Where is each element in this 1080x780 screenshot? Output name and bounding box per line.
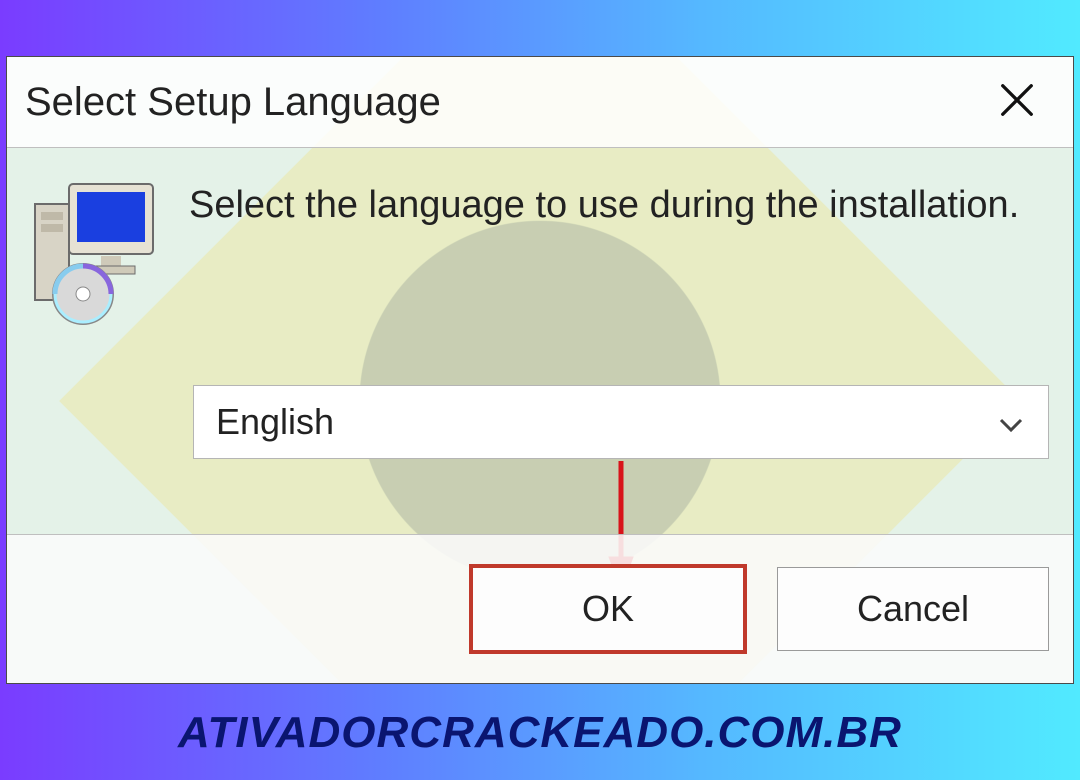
setup-language-dialog: Select Setup Language: [6, 56, 1074, 684]
language-select-value: English: [216, 401, 334, 443]
dialog-titlebar: Select Setup Language: [7, 57, 1073, 148]
dialog-footer: OK Cancel: [7, 534, 1073, 683]
language-select-row: English: [193, 385, 1049, 459]
close-button[interactable]: [987, 72, 1047, 132]
chevron-down-icon: [996, 407, 1026, 437]
cancel-button-label: Cancel: [857, 588, 969, 630]
language-select[interactable]: English: [193, 385, 1049, 459]
instruction-text: Select the language to use during the in…: [189, 176, 1019, 331]
watermark-caption: ATIVADORCRACKEADO.COM.BR: [0, 708, 1080, 758]
ok-button[interactable]: OK: [469, 564, 747, 654]
ok-button-label: OK: [582, 588, 634, 630]
close-icon: [998, 81, 1036, 124]
dialog-title: Select Setup Language: [25, 80, 441, 125]
page-background: Select Setup Language: [0, 0, 1080, 780]
dialog-body: Select the language to use during the in…: [7, 148, 1073, 331]
cancel-button[interactable]: Cancel: [777, 567, 1049, 651]
installer-icon: [31, 176, 161, 331]
